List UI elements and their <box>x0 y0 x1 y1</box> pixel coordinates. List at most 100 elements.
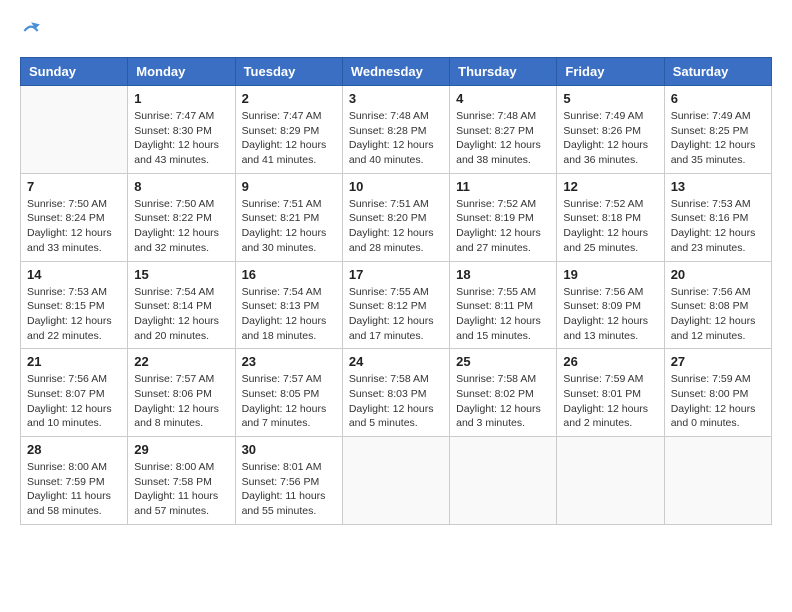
cell-info: Sunrise: 7:50 AMSunset: 8:22 PMDaylight:… <box>134 197 228 256</box>
day-number: 7 <box>27 179 121 194</box>
calendar-table: SundayMondayTuesdayWednesdayThursdayFrid… <box>20 57 772 525</box>
cell-info: Sunrise: 7:56 AMSunset: 8:09 PMDaylight:… <box>563 285 657 344</box>
day-number: 27 <box>671 354 765 369</box>
calendar-week-row: 14Sunrise: 7:53 AMSunset: 8:15 PMDayligh… <box>21 261 772 349</box>
cell-info: Sunrise: 7:58 AMSunset: 8:03 PMDaylight:… <box>349 372 443 431</box>
day-number: 9 <box>242 179 336 194</box>
calendar-cell: 20 Sunrise: 7:56 AMSunset: 8:08 PMDayligh… <box>664 261 771 349</box>
day-number: 29 <box>134 442 228 457</box>
calendar-cell: 7 Sunrise: 7:50 AMSunset: 8:24 PMDaylight… <box>21 173 128 261</box>
cell-info: Sunrise: 7:58 AMSunset: 8:02 PMDaylight:… <box>456 372 550 431</box>
cell-info: Sunrise: 7:47 AMSunset: 8:30 PMDaylight:… <box>134 109 228 168</box>
cell-info: Sunrise: 7:52 AMSunset: 8:19 PMDaylight:… <box>456 197 550 256</box>
day-number: 6 <box>671 91 765 106</box>
cell-info: Sunrise: 7:57 AMSunset: 8:05 PMDaylight:… <box>242 372 336 431</box>
day-number: 14 <box>27 267 121 282</box>
day-number: 23 <box>242 354 336 369</box>
day-number: 25 <box>456 354 550 369</box>
calendar-cell: 18Sunrise: 7:55 AMSunset: 8:11 PMDayligh… <box>450 261 557 349</box>
day-of-week-header: Tuesday <box>235 58 342 86</box>
logo-graphic <box>20 20 42 47</box>
day-of-week-header: Thursday <box>450 58 557 86</box>
cell-info: Sunrise: 7:49 AMSunset: 8:26 PMDaylight:… <box>563 109 657 168</box>
day-number: 30 <box>242 442 336 457</box>
calendar-cell: 29Sunrise: 8:00 AMSunset: 7:58 PMDayligh… <box>128 437 235 525</box>
cell-info: Sunrise: 7:48 AMSunset: 8:28 PMDaylight:… <box>349 109 443 168</box>
calendar-week-row: 21 Sunrise: 7:56 AMSunset: 8:07 PMDayligh… <box>21 349 772 437</box>
calendar-cell: 9 Sunrise: 7:51 AMSunset: 8:21 PMDaylight… <box>235 173 342 261</box>
calendar-cell <box>664 437 771 525</box>
day-number: 22 <box>134 354 228 369</box>
calendar-cell: 21 Sunrise: 7:56 AMSunset: 8:07 PMDayligh… <box>21 349 128 437</box>
cell-info: Sunrise: 7:51 AMSunset: 8:21 PMDaylight:… <box>242 197 336 256</box>
day-number: 19 <box>563 267 657 282</box>
calendar-cell: 25 Sunrise: 7:58 AMSunset: 8:02 PMDayligh… <box>450 349 557 437</box>
day-number: 20 <box>671 267 765 282</box>
calendar-week-row: 7 Sunrise: 7:50 AMSunset: 8:24 PMDaylight… <box>21 173 772 261</box>
cell-info: Sunrise: 7:51 AMSunset: 8:20 PMDaylight:… <box>349 197 443 256</box>
calendar-cell: 2 Sunrise: 7:47 AMSunset: 8:29 PMDaylight… <box>235 86 342 174</box>
day-of-week-header: Monday <box>128 58 235 86</box>
calendar-cell <box>450 437 557 525</box>
day-number: 10 <box>349 179 443 194</box>
cell-info: Sunrise: 7:50 AMSunset: 8:24 PMDaylight:… <box>27 197 121 256</box>
calendar-cell: 5 Sunrise: 7:49 AMSunset: 8:26 PMDaylight… <box>557 86 664 174</box>
calendar-cell: 12 Sunrise: 7:52 AMSunset: 8:18 PMDayligh… <box>557 173 664 261</box>
day-of-week-header: Wednesday <box>342 58 449 86</box>
day-of-week-header: Friday <box>557 58 664 86</box>
day-number: 8 <box>134 179 228 194</box>
calendar-cell: 17Sunrise: 7:55 AMSunset: 8:12 PMDayligh… <box>342 261 449 349</box>
calendar-cell: 15Sunrise: 7:54 AMSunset: 8:14 PMDayligh… <box>128 261 235 349</box>
day-number: 21 <box>27 354 121 369</box>
day-number: 28 <box>27 442 121 457</box>
day-number: 13 <box>671 179 765 194</box>
calendar-cell <box>342 437 449 525</box>
cell-info: Sunrise: 7:47 AMSunset: 8:29 PMDaylight:… <box>242 109 336 168</box>
calendar-week-row: 28Sunrise: 8:00 AMSunset: 7:59 PMDayligh… <box>21 437 772 525</box>
day-number: 16 <box>242 267 336 282</box>
calendar-week-row: 1 Sunrise: 7:47 AMSunset: 8:30 PMDaylight… <box>21 86 772 174</box>
day-number: 15 <box>134 267 228 282</box>
day-number: 5 <box>563 91 657 106</box>
calendar-cell: 19 Sunrise: 7:56 AMSunset: 8:09 PMDayligh… <box>557 261 664 349</box>
calendar-cell: 10 Sunrise: 7:51 AMSunset: 8:20 PMDayligh… <box>342 173 449 261</box>
day-of-week-header: Saturday <box>664 58 771 86</box>
day-number: 12 <box>563 179 657 194</box>
calendar-cell: 26 Sunrise: 7:59 AMSunset: 8:01 PMDayligh… <box>557 349 664 437</box>
cell-info: Sunrise: 7:56 AMSunset: 8:07 PMDaylight:… <box>27 372 121 431</box>
cell-info: Sunrise: 7:59 AMSunset: 8:00 PMDaylight:… <box>671 372 765 431</box>
day-number: 24 <box>349 354 443 369</box>
cell-info: Sunrise: 7:53 AMSunset: 8:16 PMDaylight:… <box>671 197 765 256</box>
day-number: 3 <box>349 91 443 106</box>
day-number: 2 <box>242 91 336 106</box>
cell-info: Sunrise: 7:49 AMSunset: 8:25 PMDaylight:… <box>671 109 765 168</box>
calendar-cell: 30 Sunrise: 8:01 AMSunset: 7:56 PMDayligh… <box>235 437 342 525</box>
day-number: 4 <box>456 91 550 106</box>
day-number: 1 <box>134 91 228 106</box>
calendar-cell: 4 Sunrise: 7:48 AMSunset: 8:27 PMDaylight… <box>450 86 557 174</box>
calendar-cell <box>21 86 128 174</box>
calendar-cell: 14Sunrise: 7:53 AMSunset: 8:15 PMDayligh… <box>21 261 128 349</box>
cell-info: Sunrise: 7:57 AMSunset: 8:06 PMDaylight:… <box>134 372 228 431</box>
logo <box>20 20 46 47</box>
cell-info: Sunrise: 7:56 AMSunset: 8:08 PMDaylight:… <box>671 285 765 344</box>
page-header <box>20 20 772 47</box>
cell-info: Sunrise: 7:52 AMSunset: 8:18 PMDaylight:… <box>563 197 657 256</box>
calendar-cell: 16Sunrise: 7:54 AMSunset: 8:13 PMDayligh… <box>235 261 342 349</box>
day-of-week-header: Sunday <box>21 58 128 86</box>
calendar-cell: 1 Sunrise: 7:47 AMSunset: 8:30 PMDaylight… <box>128 86 235 174</box>
day-number: 11 <box>456 179 550 194</box>
calendar-cell <box>557 437 664 525</box>
calendar-cell: 27 Sunrise: 7:59 AMSunset: 8:00 PMDayligh… <box>664 349 771 437</box>
day-number: 17 <box>349 267 443 282</box>
calendar-cell: 6 Sunrise: 7:49 AMSunset: 8:25 PMDaylight… <box>664 86 771 174</box>
calendar-cell: 22 Sunrise: 7:57 AMSunset: 8:06 PMDayligh… <box>128 349 235 437</box>
cell-info: Sunrise: 7:48 AMSunset: 8:27 PMDaylight:… <box>456 109 550 168</box>
cell-info: Sunrise: 8:01 AMSunset: 7:56 PMDaylight:… <box>242 460 336 519</box>
day-number: 26 <box>563 354 657 369</box>
day-number: 18 <box>456 267 550 282</box>
calendar-cell: 3 Sunrise: 7:48 AMSunset: 8:28 PMDaylight… <box>342 86 449 174</box>
calendar-cell: 13 Sunrise: 7:53 AMSunset: 8:16 PMDayligh… <box>664 173 771 261</box>
calendar-header-row: SundayMondayTuesdayWednesdayThursdayFrid… <box>21 58 772 86</box>
cell-info: Sunrise: 7:59 AMSunset: 8:01 PMDaylight:… <box>563 372 657 431</box>
